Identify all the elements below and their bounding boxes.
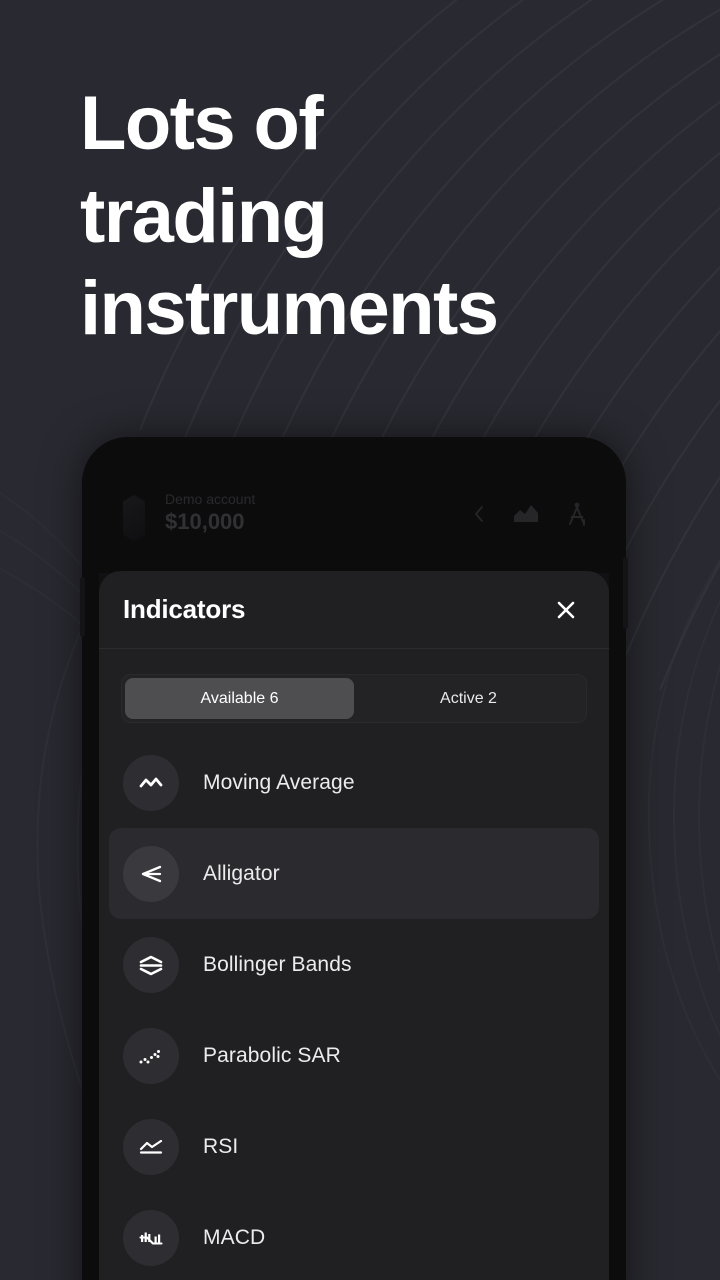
promo-headline: Lots of trading instruments: [80, 78, 680, 356]
headline-line-1: Lots of: [80, 81, 324, 166]
alligator-icon: [123, 845, 179, 902]
modal-header: Indicators: [99, 571, 609, 649]
tab-active[interactable]: Active 2: [354, 678, 583, 719]
headline-line-3: instruments: [80, 266, 499, 352]
phone-screen: Demo account $10,000: [99, 455, 609, 1280]
modal-scrim: [99, 455, 609, 573]
bollinger-bands-icon: [123, 936, 179, 993]
list-item-label: Alligator: [203, 861, 280, 885]
list-item-label: Parabolic SAR: [203, 1043, 341, 1067]
indicator-tabs: Available 6 Active 2: [121, 674, 587, 723]
list-item-label: MACD: [203, 1225, 266, 1249]
indicator-list: Moving Average Alligator Bollinger Bands…: [99, 737, 609, 1280]
close-icon[interactable]: [549, 593, 583, 627]
list-item-bollinger-bands[interactable]: Bollinger Bands: [109, 919, 599, 1010]
list-item-label: Bollinger Bands: [203, 952, 352, 976]
phone-mockup: Demo account $10,000: [80, 437, 628, 1280]
phone-side-button-left: [80, 577, 85, 637]
phone-side-button-right: [623, 557, 628, 629]
app-top-bar: Demo account $10,000: [99, 455, 609, 573]
rsi-icon: [123, 1118, 179, 1175]
list-item-alligator[interactable]: Alligator: [109, 828, 599, 919]
moving-average-icon: [123, 754, 179, 811]
headline-line-2: trading: [80, 173, 328, 259]
tab-available[interactable]: Available 6: [125, 678, 354, 719]
list-item-rsi[interactable]: RSI: [109, 1101, 599, 1192]
modal-title: Indicators: [123, 594, 246, 624]
list-item-parabolic-sar[interactable]: Parabolic SAR: [109, 1010, 599, 1101]
indicators-modal: Indicators Available 6 Active 2 Moving A…: [99, 571, 609, 1280]
list-item-macd[interactable]: MACD: [109, 1192, 599, 1280]
list-item-label: Moving Average: [203, 770, 355, 794]
list-item-moving-average[interactable]: Moving Average: [109, 737, 599, 828]
list-item-label: RSI: [203, 1134, 239, 1158]
parabolic-sar-icon: [123, 1027, 179, 1084]
macd-icon: [123, 1209, 179, 1266]
